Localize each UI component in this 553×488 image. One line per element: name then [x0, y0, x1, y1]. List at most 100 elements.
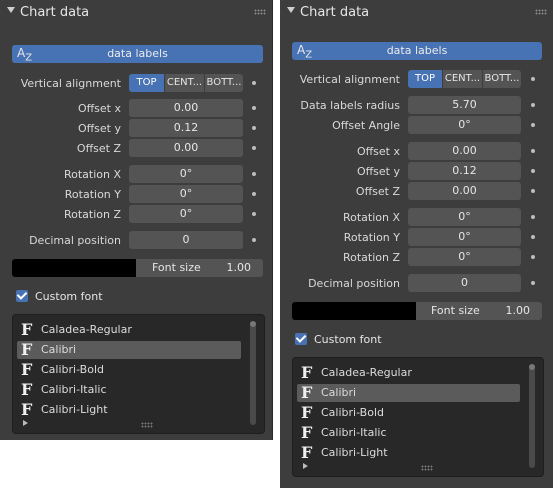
valign-top-button[interactable]: TOP [129, 74, 164, 92]
expand-arrow-icon[interactable] [303, 463, 308, 469]
scroll-knob-icon[interactable] [250, 321, 256, 327]
keyframe-dot[interactable] [531, 169, 535, 173]
valign-center-button[interactable]: CENT... [165, 74, 204, 92]
resize-grip-icon[interactable] [421, 465, 433, 471]
list-item[interactable]: F Calibri [297, 383, 520, 402]
grip-dots-icon[interactable] [254, 9, 266, 15]
font-f-icon: F [301, 403, 313, 422]
data-labels-bar[interactable]: AZ data labels [292, 42, 542, 60]
font-f-icon: F [21, 400, 33, 419]
list-scrollbar[interactable] [250, 321, 256, 425]
rotation-y-field[interactable]: 0° [408, 228, 521, 246]
font-f-icon: F [21, 360, 33, 379]
grip-dots-icon[interactable] [535, 9, 547, 15]
list-item[interactable]: F Calibri-Light [17, 400, 241, 419]
keyframe-dot[interactable] [531, 77, 535, 81]
offset-x-field[interactable]: 0.00 [129, 99, 243, 117]
data-labels-label: data labels [386, 44, 448, 57]
offset-y-field[interactable]: 0.12 [408, 162, 521, 180]
keyframe-dot[interactable] [531, 281, 535, 285]
scroll-knob-icon[interactable] [529, 364, 535, 370]
keyframe-dot[interactable] [252, 238, 256, 242]
font-name: Calibri-Bold [41, 363, 104, 376]
font-name: Caladea-Regular [321, 366, 412, 379]
list-item[interactable]: F Calibri-Italic [17, 380, 241, 399]
list-item[interactable]: F Calibri-Bold [17, 360, 241, 379]
chevron-down-icon[interactable] [287, 7, 295, 13]
font-f-icon: F [301, 443, 313, 462]
data-labels-radius-field[interactable]: 5.70 [408, 96, 521, 114]
custom-font-label: Custom font [314, 333, 382, 346]
font-size-label: Font size [152, 261, 201, 274]
font-name: Calibri-Light [41, 403, 108, 416]
offset-angle-field[interactable]: 0° [408, 116, 521, 134]
font-f-icon: F [301, 423, 313, 442]
keyframe-dot[interactable] [531, 103, 535, 107]
keyframe-dot[interactable] [252, 172, 256, 176]
offset-x-field[interactable]: 0.00 [408, 142, 521, 160]
valign-center-button[interactable]: CENT... [443, 70, 482, 88]
font-size-label: Font size [431, 304, 480, 317]
rotation-y-field[interactable]: 0° [129, 185, 243, 203]
offset-z-field[interactable]: 0.00 [408, 182, 521, 200]
font-size-fill [292, 302, 416, 320]
keyframe-dot[interactable] [252, 146, 256, 150]
keyframe-dot[interactable] [252, 212, 256, 216]
custom-font-label: Custom font [35, 290, 103, 303]
font-name: Calibri-Light [321, 446, 388, 459]
list-item[interactable]: F Calibri [17, 340, 241, 359]
decimal-position-field[interactable]: 0 [129, 231, 243, 249]
keyframe-dot[interactable] [531, 215, 535, 219]
keyframe-dot[interactable] [531, 123, 535, 127]
font-size-slider[interactable]: Font size 1.00 [12, 259, 263, 277]
keyframe-dot[interactable] [252, 106, 256, 110]
font-name: Calibri-Italic [41, 383, 107, 396]
list-item[interactable]: F Caladea-Regular [17, 320, 241, 339]
offset-z-field[interactable]: 0.00 [129, 139, 243, 157]
panel-header[interactable]: Chart data [0, 0, 272, 26]
decimal-position-field[interactable]: 0 [408, 274, 521, 292]
data-labels-label: data labels [107, 47, 168, 60]
font-list[interactable]: F Caladea-Regular F Calibri F Calibri-Bo… [12, 314, 265, 434]
keyframe-dot[interactable] [531, 235, 535, 239]
custom-font-checkbox[interactable] [295, 333, 307, 345]
custom-font-checkbox[interactable] [16, 290, 28, 302]
valign-bottom-button[interactable]: BOTT... [205, 74, 243, 92]
resize-grip-icon[interactable] [141, 422, 153, 428]
font-list[interactable]: F Caladea-Regular F Calibri F Calibri-Bo… [292, 357, 544, 477]
chevron-down-icon[interactable] [7, 7, 15, 13]
data-labels-bar[interactable]: AZ data labels [12, 45, 263, 63]
offset-y-label: Offset y [356, 165, 400, 178]
panel-title: Chart data [20, 5, 90, 20]
expand-arrow-icon[interactable] [23, 420, 28, 426]
font-f-icon: F [21, 380, 33, 399]
list-item[interactable]: F Calibri-Bold [297, 403, 520, 422]
valign-bottom-button[interactable]: BOTT... [483, 70, 521, 88]
valign-top-button[interactable]: TOP [408, 70, 442, 88]
rotation-x-label: Rotation X [63, 168, 121, 181]
offset-z-label: Offset Z [76, 142, 121, 155]
rotation-z-field[interactable]: 0° [408, 248, 521, 266]
rotation-x-field[interactable]: 0° [408, 208, 521, 226]
keyframe-dot[interactable] [252, 126, 256, 130]
rotation-x-field[interactable]: 0° [129, 165, 243, 183]
keyframe-dot[interactable] [531, 149, 535, 153]
font-size-value: 1.00 [226, 261, 252, 274]
panel-header[interactable]: Chart data [280, 0, 553, 26]
offset-y-label: Offset y [77, 122, 121, 135]
keyframe-dot[interactable] [252, 192, 256, 196]
list-scrollbar[interactable] [529, 364, 535, 468]
font-size-slider[interactable]: Font size 1.00 [292, 302, 542, 320]
keyframe-dot[interactable] [252, 81, 256, 85]
list-item[interactable]: F Calibri-Light [297, 443, 520, 462]
decimal-position-label: Decimal position [308, 277, 400, 290]
vertical-alignment-label: Vertical alignment [299, 73, 400, 86]
offset-y-field[interactable]: 0.12 [129, 119, 243, 137]
rotation-z-field[interactable]: 0° [129, 205, 243, 223]
list-item[interactable]: F Calibri-Italic [297, 423, 520, 442]
keyframe-dot[interactable] [531, 255, 535, 259]
panel-title: Chart data [300, 5, 370, 20]
chart-data-panel-right: Chart data AZ data labels Vertical align… [280, 0, 553, 488]
list-item[interactable]: F Caladea-Regular [297, 363, 520, 382]
keyframe-dot[interactable] [531, 189, 535, 193]
